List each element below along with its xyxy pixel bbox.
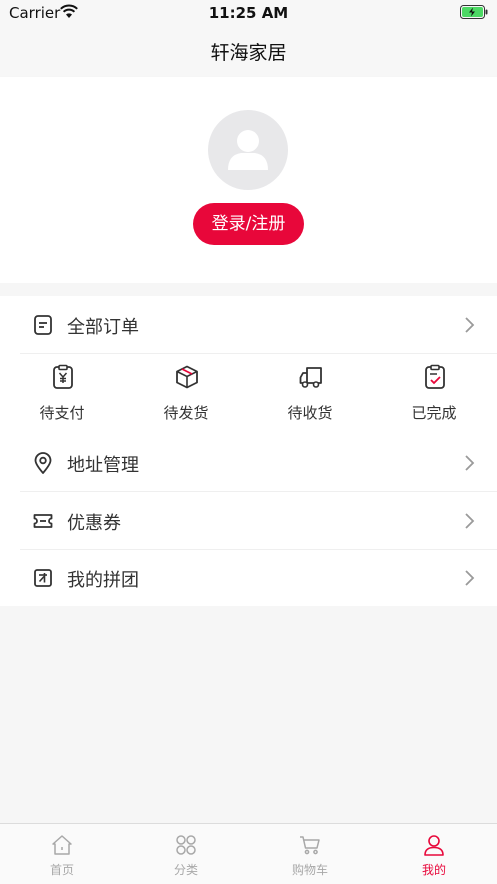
home-icon <box>52 835 72 855</box>
location-pin-icon <box>34 452 52 474</box>
login-register-button[interactable]: 登录/注册 <box>193 203 304 245</box>
tab-label: 分类 <box>173 863 198 877</box>
status-label: 已完成 <box>411 404 457 422</box>
coupon-ticket-icon <box>33 514 53 528</box>
group-buy-label: 我的拼团 <box>67 570 139 591</box>
tab-cart[interactable]: 购物车 <box>248 824 372 884</box>
order-list-icon <box>34 315 52 335</box>
status-pending-shipment[interactable]: 待发货 <box>124 354 248 434</box>
status-pending-payment[interactable]: 待支付 <box>0 354 124 434</box>
completed-clipboard-icon <box>425 364 445 389</box>
pending-payment-icon <box>53 364 73 389</box>
group-buy-icon <box>34 569 52 587</box>
status-label: 待支付 <box>39 404 85 422</box>
nav-bar: 轩海家居 <box>0 26 497 76</box>
status-label: 待收货 <box>287 404 333 422</box>
chevron-right-icon <box>465 570 475 586</box>
tab-label: 首页 <box>49 863 74 877</box>
all-orders-row[interactable]: 全部订单 <box>0 296 497 353</box>
status-bar: Carrier 11:25 AM <box>0 0 497 26</box>
status-time: 11:25 AM <box>208 4 289 22</box>
default-user-icon <box>228 130 268 170</box>
tab-mine[interactable]: 我的 <box>372 824 496 884</box>
status-completed[interactable]: 已完成 <box>372 354 496 434</box>
chevron-right-icon <box>465 513 475 529</box>
tab-home[interactable]: 首页 <box>0 824 124 884</box>
cart-icon <box>300 836 320 855</box>
page-title: 轩海家居 <box>210 42 287 64</box>
category-grid-icon <box>176 835 196 855</box>
battery-charging-icon <box>460 5 488 19</box>
status-pending-receipt[interactable]: 待收货 <box>248 354 372 434</box>
menu-card: 全部订单 待支付 待发货 待收货 已完成 地址管理 优惠券 我的拼团 <box>0 296 497 606</box>
chevron-right-icon <box>465 317 475 333</box>
profile-header: 登录/注册 <box>0 77 497 283</box>
group-buy-row[interactable]: 我的拼团 <box>0 549 497 606</box>
package-box-icon <box>176 365 198 389</box>
address-management-row[interactable]: 地址管理 <box>0 434 497 491</box>
all-orders-label: 全部订单 <box>67 317 139 338</box>
coupons-label: 优惠券 <box>67 513 121 534</box>
coupons-row[interactable]: 优惠券 <box>0 492 497 549</box>
avatar[interactable] <box>208 110 288 190</box>
order-status-bar: 待支付 待发货 待收货 已完成 <box>0 354 497 434</box>
tab-category[interactable]: 分类 <box>124 824 248 884</box>
delivery-truck-icon <box>299 367 322 388</box>
chevron-right-icon <box>465 455 475 471</box>
tab-bar: 首页 分类 购物车 我的 <box>0 823 497 884</box>
status-label: 待发货 <box>163 404 209 422</box>
address-label: 地址管理 <box>67 455 139 476</box>
user-icon <box>424 835 444 856</box>
tab-label: 购物车 <box>291 863 328 877</box>
tab-label: 我的 <box>421 863 446 877</box>
